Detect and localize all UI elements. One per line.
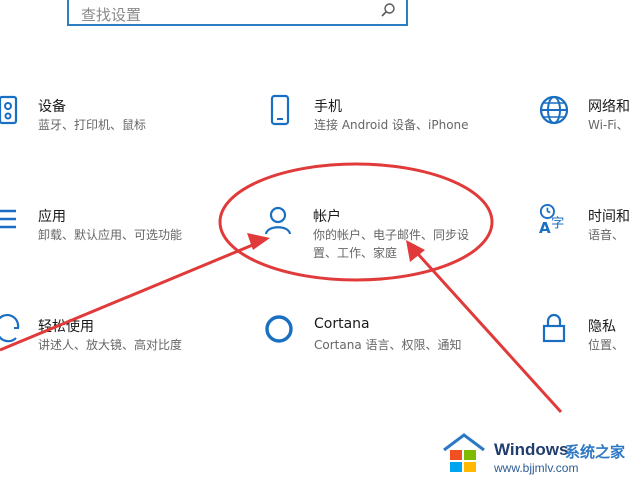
svg-text:字: 字 xyxy=(551,215,564,231)
watermark-tagline: 系统之家 xyxy=(565,443,626,461)
settings-page: 查找设置 设备 蓝牙、打印机、鼠标 手机 连接 Android 设备、iPhon… xyxy=(0,0,631,481)
tile-desc: 连接 Android 设备、iPhone xyxy=(314,118,469,132)
tile-title: 网络和 xyxy=(588,99,630,115)
tile-title: 隐私 xyxy=(588,319,616,335)
svg-text:A: A xyxy=(539,219,551,235)
tile-desc: Cortana 语言、权限、通知 xyxy=(314,338,462,352)
tile-title: 时间和 xyxy=(588,209,630,225)
phone-icon xyxy=(270,94,290,126)
tile-desc: 你的帐户、电子邮件、同步设 xyxy=(313,228,470,242)
watermark-url: www.bjjmlv.com xyxy=(494,461,579,475)
tile-title: 设备 xyxy=(38,99,66,115)
tile-desc: 置、工作、家庭 xyxy=(313,246,398,260)
tile-desc: 语音、 xyxy=(588,228,625,242)
watermark-brand: Windows xyxy=(494,440,569,459)
search-box[interactable]: 查找设置 xyxy=(67,0,408,26)
lock-icon xyxy=(542,313,566,343)
time-language-icon: A 字 xyxy=(539,203,564,235)
tile-title: 手机 xyxy=(314,99,342,115)
devices-icon xyxy=(0,95,18,125)
tile-title: Cortana xyxy=(314,316,370,332)
tile-title: 轻松使用 xyxy=(38,319,94,335)
ease-of-access-icon xyxy=(0,314,20,343)
apps-list-icon xyxy=(0,209,16,229)
search-icon[interactable] xyxy=(380,2,396,18)
tile-title: 应用 xyxy=(38,209,66,225)
person-icon xyxy=(264,206,292,235)
tile-title: 帐户 xyxy=(313,209,341,225)
tile-desc: Wi-Fi、 xyxy=(588,118,629,132)
search-input[interactable]: 查找设置 xyxy=(81,4,141,25)
tile-desc: 卸载、默认应用、可选功能 xyxy=(38,228,183,242)
windows-logo-icon xyxy=(443,433,485,472)
tile-desc: 位置、 xyxy=(588,338,625,352)
tile-desc: 讲述人、放大镜、高对比度 xyxy=(38,338,183,352)
cortana-ring-icon xyxy=(265,315,293,343)
globe-icon xyxy=(539,95,569,125)
tile-desc: 蓝牙、打印机、鼠标 xyxy=(38,118,147,132)
